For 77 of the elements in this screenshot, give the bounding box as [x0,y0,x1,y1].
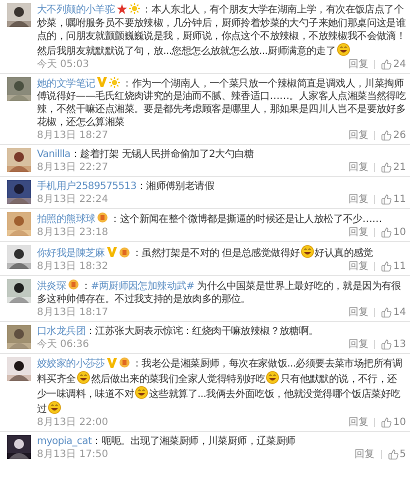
username-link[interactable]: 手机用户2589575513 [37,181,136,192]
username-link[interactable]: myopia_cat [37,436,92,446]
comment-time: 今天 06:36 [37,338,89,351]
reply-link[interactable]: 回复 [348,306,368,319]
username-link[interactable]: Vanillla [37,149,70,160]
hashtag-link[interactable]: #两厨师因怎加辣动武# [90,281,194,292]
verified-icon [106,247,117,257]
emoji-icon [336,42,350,56]
username-link[interactable]: 拍照的熊球球 [37,214,96,225]
thumbs-up-icon [388,448,399,460]
comment-time: 8月13日 22:24 [37,193,108,206]
thumbs-up-icon [381,194,392,205]
reply-link[interactable]: 回复 [348,338,368,351]
medal-icon [68,279,80,290]
thumbs-up-icon [381,339,392,350]
reply-link[interactable]: 回复 [348,58,368,70]
verified-icon [106,358,117,368]
thumbs-up-icon [381,58,392,70]
like-button[interactable]: 13 [381,338,406,351]
like-button[interactable]: 10 [381,226,406,239]
comment-time: 8月13日 23:18 [37,226,108,239]
reply-link[interactable]: 回复 [348,416,368,428]
comment-time: 8月13日 18:17 [37,306,108,319]
star-icon [116,4,127,14]
like-button[interactable]: 14 [381,306,406,319]
comment-text: 姣姣家的小莎莎 ：我老公是湘菜厨师，每次在家做饭...必须要去菜市场把所有调料买齐全 然后做出来的菜我们全家人觉得特别好吃 只有他默默的说，不行，还少一味调料，味道不对 这些就算了...我俩去外面吃饭，他就没觉得哪个饭店菜好吃过 [37,357,404,416]
verified-icon [97,77,108,87]
reply-link[interactable]: 回复 [354,448,375,460]
sun-icon [109,76,120,88]
reply-link[interactable]: 回复 [348,129,368,142]
thumbs-up-icon [381,416,392,428]
username-link[interactable]: 大不列颠的小羊驼 [37,4,115,16]
like-button[interactable]: 11 [381,193,406,206]
medal-icon [118,357,130,368]
thumbs-up-icon [381,261,392,272]
comment-time: 8月13日 18:32 [37,260,108,273]
reply-link[interactable]: 回复 [348,161,368,174]
medal-icon [118,246,130,258]
comment-text: 拍照的熊球球 ：这个新闻在整个微博都是撕逼的时候还是让人放松了不少…… [37,212,383,226]
comment-time: 今天 05:03 [37,58,89,70]
username-link[interactable]: 她的文学笔记 [37,78,96,89]
comment-text: 你好我是陳芝麻 ：虽然打架是不对的 但是总感觉做得好 好认真的感觉 [37,245,406,260]
reply-link[interactable]: 回复 [348,226,368,239]
reply-link[interactable]: 回复 [348,193,368,206]
comment-text: 手机用户2589575513：湘师傅别老请假 [37,180,216,193]
emoji-icon [48,400,61,414]
like-button[interactable]: 10 [381,416,406,428]
comment-text: 她的文学笔记 ：作为一个湖南人，一个菜只放一个辣椒简直是调戏人，川菜掏师傅说得好——毛氏红烧肉讲究的是油而不腻、辣香适口……。人家客人点湘菜当然得吃辣，不然干嘛还点湘菜。要是都先考虑顾客是哪里人，那如果是四川人岂不是要放好多花椒，还怎么算湘菜 [37,76,406,129]
like-button[interactable]: 11 [381,260,406,273]
username-link[interactable]: 你好我是陳芝麻 [37,248,105,259]
comment-text: myopia_cat：呃呃。出现了湘菜厨师，川菜厨师，辽菜厨师 [37,434,296,448]
reply-link[interactable]: 回复 [348,260,368,273]
comment-time: 8月13日 22:00 [37,416,108,428]
emoji-icon [76,370,90,384]
emoji-icon [135,386,148,398]
sun-icon [128,3,140,14]
comment-time: 8月13日 22:27 [37,161,108,174]
like-button[interactable]: 26 [381,129,406,142]
like-button[interactable]: 24 [381,58,406,70]
emoji-icon [300,245,314,258]
thumbs-up-icon [381,130,392,141]
comment-text: 洪炎琛 ：#两厨师因怎加辣动武# 为什么中国菜是世界上最好吃的，就是因为有很多这种帅傅存在。不过我支持的是放肉多的那位。 [37,279,402,306]
username-link[interactable]: 洪炎琛 [37,281,66,292]
comment-text: 大不列颠的小羊驼 ：本人东北人，有个朋友大学在湖南上学，有次在饭店点了个炒菜，嘱咐服务员不要放辣椒，几分钟后，厨师拎着炒菜的大勺子来她们那桌问这是谁点的，问朋友就颤颤巍巍说是我，厨师说，你点这个不放辣椒，不放辣椒我不会做滴！然后我朋友就默默说了句，放...您想怎么放就怎么放...厨师满意的走了 [37,3,406,58]
comment-time: 8月13日 17:50 [37,448,108,460]
like-button[interactable]: 21 [381,161,406,174]
comment-text: 口水龙兵团：江苏张大厨表示惊诧：红烧肉干嘛放辣椒？放糖啊。 [37,325,320,338]
thumbs-up-icon [381,227,392,238]
medal-icon [97,212,108,223]
like-button[interactable]: 5 [388,448,406,460]
comment-time: 8月13日 18:27 [37,129,108,142]
username-link[interactable]: 姣姣家的小莎莎 [37,358,105,370]
thumbs-up-icon [381,162,392,173]
username-link[interactable]: 口水龙兵团 [37,326,86,337]
comment-text: Vanillla：趁着打架 无锡人民拼命偷加了2大勺白糖 [37,148,255,161]
emoji-icon [266,370,280,384]
thumbs-up-icon [381,307,392,318]
